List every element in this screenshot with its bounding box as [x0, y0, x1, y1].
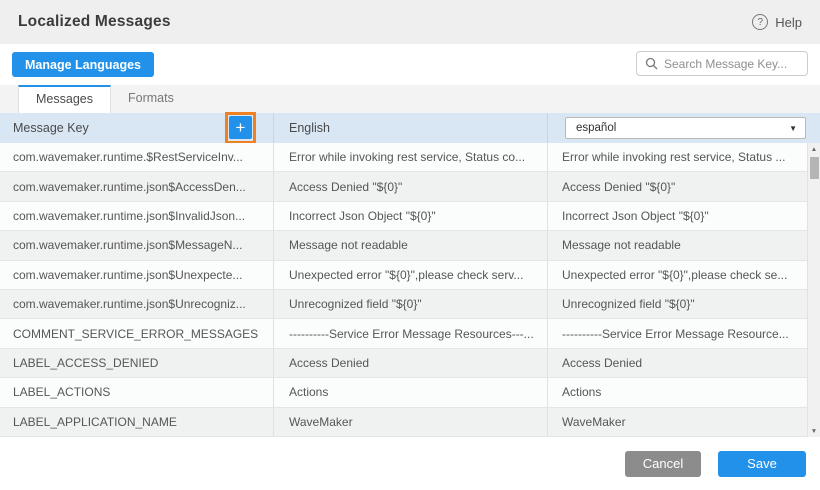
cancel-button[interactable]: Cancel: [625, 451, 701, 477]
message-key-cell: LABEL_ACTIONS: [0, 378, 273, 406]
language-select-value: español: [576, 122, 616, 134]
table-rows: com.wavemaker.runtime.$RestServiceInv...…: [0, 143, 807, 437]
message-key-cell: com.wavemaker.runtime.json$Unrecogniz...: [0, 290, 273, 318]
english-cell[interactable]: Message not readable: [273, 231, 547, 259]
message-key-cell: COMMENT_SERVICE_ERROR_MESSAGES: [0, 319, 273, 347]
table-row[interactable]: COMMENT_SERVICE_ERROR_MESSAGES ---------…: [0, 319, 807, 348]
help-icon: ?: [752, 14, 768, 30]
message-key-cell: com.wavemaker.runtime.json$AccessDen...: [0, 172, 273, 200]
english-cell[interactable]: Error while invoking rest service, Statu…: [273, 143, 547, 171]
toolbar: Manage Languages: [0, 44, 820, 85]
add-message-key-button[interactable]: +: [229, 116, 252, 139]
table-row[interactable]: LABEL_APPLICATION_NAME WaveMaker WaveMak…: [0, 408, 807, 437]
localized-messages-dialog: Localized Messages ? Help Manage Languag…: [0, 0, 820, 490]
tab-bar: Messages Formats: [0, 85, 820, 113]
spanish-cell[interactable]: Message not readable: [547, 231, 807, 259]
table-row[interactable]: com.wavemaker.runtime.json$AccessDen... …: [0, 172, 807, 201]
scroll-down-icon[interactable]: ▼: [808, 425, 820, 437]
table-row[interactable]: com.wavemaker.runtime.json$Unexpecte... …: [0, 261, 807, 290]
spanish-cell[interactable]: Unexpected error "${0}",please check se.…: [547, 261, 807, 289]
spanish-cell[interactable]: Access Denied "${0}": [547, 172, 807, 200]
scrollbar-thumb[interactable]: [810, 157, 819, 179]
spanish-cell[interactable]: Access Denied: [547, 349, 807, 377]
language-select[interactable]: español ▼: [565, 117, 806, 139]
english-cell[interactable]: Incorrect Json Object "${0}": [273, 202, 547, 230]
english-cell[interactable]: Unrecognized field "${0}": [273, 290, 547, 318]
message-key-cell: com.wavemaker.runtime.json$MessageN...: [0, 231, 273, 259]
english-cell[interactable]: WaveMaker: [273, 408, 547, 436]
english-cell[interactable]: Unexpected error "${0}",please check ser…: [273, 261, 547, 289]
english-cell[interactable]: Access Denied: [273, 349, 547, 377]
message-key-cell: LABEL_APPLICATION_NAME: [0, 408, 273, 436]
message-key-cell: com.wavemaker.runtime.json$Unexpecte...: [0, 261, 273, 289]
tab-formats[interactable]: Formats: [111, 85, 191, 113]
table-row[interactable]: com.wavemaker.runtime.json$MessageN... M…: [0, 231, 807, 260]
manage-languages-button[interactable]: Manage Languages: [12, 52, 154, 77]
spanish-cell[interactable]: Incorrect Json Object "${0}": [547, 202, 807, 230]
column-header-message-key: Message Key +: [0, 113, 273, 143]
english-cell[interactable]: Access Denied "${0}": [273, 172, 547, 200]
table-row[interactable]: LABEL_ACCESS_DENIED Access Denied Access…: [0, 349, 807, 378]
table-row[interactable]: LABEL_ACTIONS Actions Actions: [0, 378, 807, 407]
title-bar: Localized Messages ? Help: [0, 0, 820, 44]
scroll-up-icon[interactable]: ▲: [808, 143, 820, 155]
message-key-cell: LABEL_ACCESS_DENIED: [0, 349, 273, 377]
help-button[interactable]: ? Help: [752, 14, 802, 30]
column-header-language: español ▼: [547, 113, 820, 143]
table-header: Message Key + English español ▼: [0, 113, 820, 143]
message-key-cell: com.wavemaker.runtime.json$InvalidJson..…: [0, 202, 273, 230]
vertical-scrollbar[interactable]: ▲ ▼: [807, 143, 820, 437]
page-title: Localized Messages: [18, 13, 171, 31]
english-cell[interactable]: ----------Service Error Message Resource…: [273, 319, 547, 347]
spanish-cell[interactable]: ----------Service Error Message Resource…: [547, 319, 807, 347]
search-icon: [645, 57, 658, 70]
table-row[interactable]: com.wavemaker.runtime.json$Unrecogniz...…: [0, 290, 807, 319]
search-box[interactable]: [636, 51, 808, 76]
table-body: com.wavemaker.runtime.$RestServiceInv...…: [0, 143, 820, 437]
spanish-cell[interactable]: WaveMaker: [547, 408, 807, 436]
english-cell[interactable]: Actions: [273, 378, 547, 406]
help-label: Help: [775, 15, 802, 30]
search-input[interactable]: [664, 57, 799, 71]
table-row[interactable]: com.wavemaker.runtime.$RestServiceInv...…: [0, 143, 807, 172]
table-row[interactable]: com.wavemaker.runtime.json$InvalidJson..…: [0, 202, 807, 231]
save-button[interactable]: Save: [718, 451, 806, 477]
chevron-down-icon: ▼: [789, 124, 797, 133]
spanish-cell[interactable]: Unrecognized field "${0}": [547, 290, 807, 318]
tab-messages[interactable]: Messages: [18, 85, 111, 113]
spanish-cell[interactable]: Error while invoking rest service, Statu…: [547, 143, 807, 171]
message-key-cell: com.wavemaker.runtime.$RestServiceInv...: [0, 143, 273, 171]
spanish-cell[interactable]: Actions: [547, 378, 807, 406]
column-header-english: English: [273, 113, 547, 143]
footer: Cancel Save: [0, 437, 820, 490]
